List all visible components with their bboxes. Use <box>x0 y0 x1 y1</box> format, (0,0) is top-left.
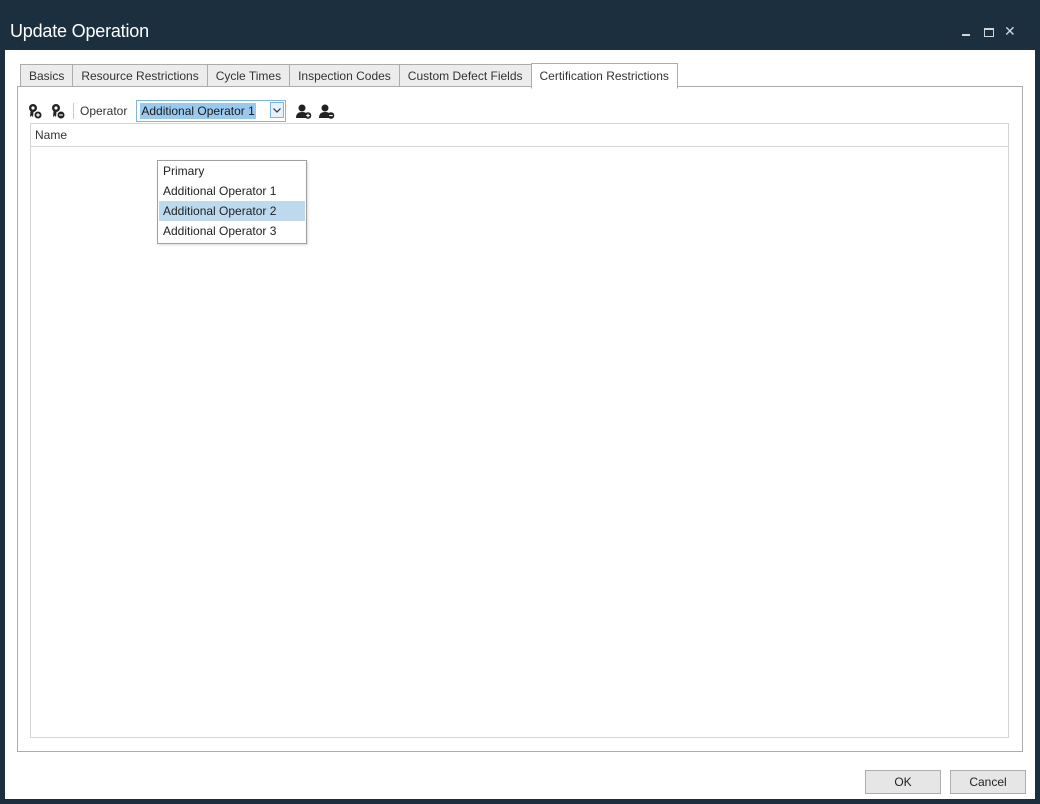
add-certification-button[interactable] <box>25 101 45 121</box>
operator-dropdown-list[interactable]: Primary Additional Operator 1 Additional… <box>157 160 307 244</box>
tab-cycle-times[interactable]: Cycle Times <box>206 64 290 88</box>
operator-label: Operator <box>80 104 128 118</box>
operator-combobox[interactable]: Additional Operator 1 <box>136 100 287 122</box>
operator-selected-value: Additional Operator 1 <box>140 103 256 119</box>
toolbar-separator <box>73 103 74 119</box>
dialog-content: Basics Resource Restrictions Cycle Times… <box>5 50 1035 799</box>
dropdown-option-additional-operator-2[interactable]: Additional Operator 2 <box>159 201 305 221</box>
cancel-button[interactable]: Cancel <box>950 770 1026 794</box>
tab-custom-defect-fields[interactable]: Custom Defect Fields <box>398 64 531 88</box>
certification-add-icon <box>29 104 42 119</box>
user-remove-icon <box>319 104 335 119</box>
chevron-down-icon <box>273 107 282 113</box>
tab-inspection-codes[interactable]: Inspection Codes <box>289 64 399 88</box>
title-bar[interactable]: Update Operation ✕ <box>0 0 1040 50</box>
combo-dropdown-button[interactable] <box>270 102 285 118</box>
dropdown-option-additional-operator-1[interactable]: Additional Operator 1 <box>159 181 305 201</box>
toolbar: Operator Additional Operator 1 <box>25 99 340 123</box>
dropdown-option-primary[interactable]: Primary <box>159 161 305 181</box>
close-icon[interactable]: ✕ <box>1004 24 1016 38</box>
user-add-icon <box>296 104 312 119</box>
tab-certification-restrictions[interactable]: Certification Restrictions <box>530 63 678 89</box>
dropdown-option-additional-operator-3[interactable]: Additional Operator 3 <box>159 221 305 241</box>
minimize-icon[interactable] <box>962 34 970 36</box>
column-header-name[interactable]: Name <box>31 124 1008 147</box>
tab-basics[interactable]: Basics <box>20 64 73 88</box>
remove-operator-button[interactable] <box>317 101 337 121</box>
tab-resource-restrictions[interactable]: Resource Restrictions <box>72 64 207 88</box>
add-operator-button[interactable] <box>294 101 314 121</box>
ok-button[interactable]: OK <box>865 770 941 794</box>
tab-panel: Operator Additional Operator 1 Name Prim… <box>17 86 1023 752</box>
certification-remove-icon <box>52 104 65 119</box>
maximize-icon[interactable] <box>984 28 994 37</box>
tab-strip: Basics Resource Restrictions Cycle Times… <box>20 63 678 89</box>
remove-certification-button[interactable] <box>48 101 68 121</box>
window-title: Update Operation <box>10 21 149 41</box>
